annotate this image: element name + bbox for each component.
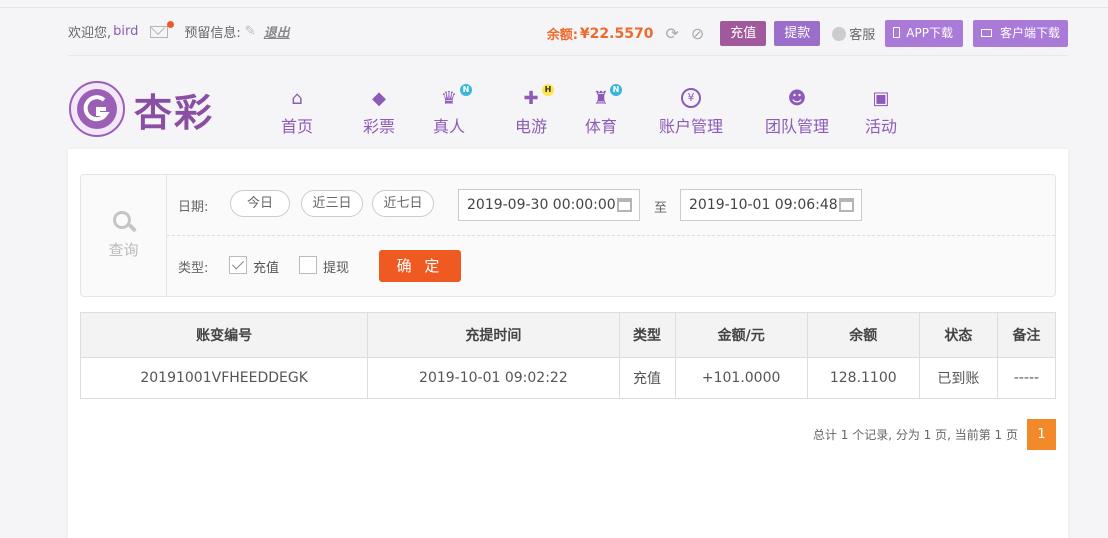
monitor-icon	[980, 29, 992, 37]
new-badge: N	[610, 84, 622, 96]
type-label: 类型:	[178, 261, 209, 276]
gamepad-icon: ✚	[523, 87, 539, 109]
site-logo[interactable]: 杏彩	[68, 80, 214, 138]
customer-service-label: 客服	[849, 28, 876, 43]
withdraw-checkbox[interactable]	[299, 256, 317, 274]
nav-account[interactable]: ¥ 账户管理	[646, 86, 736, 137]
transaction-amount: +101.0000	[674, 357, 808, 399]
col-amount[interactable]: 金额/元	[674, 312, 808, 358]
table-header-row: 账变编号 充提时间 类型 金额/元 余额 状态 备注	[79, 312, 1057, 358]
nav-team[interactable]: ☻ 团队管理	[752, 86, 842, 137]
app-download-button[interactable]: APP下载	[885, 20, 963, 47]
lottery-ticket-icon: ◆	[372, 87, 386, 109]
query-label: 查询	[108, 241, 139, 259]
recharge-checkbox-label[interactable]: 充值	[253, 257, 279, 276]
logout-link[interactable]: 退出	[264, 22, 290, 41]
logo-text: 杏彩	[134, 89, 215, 135]
nav-label: 账户管理	[658, 117, 723, 136]
recharge-checkbox[interactable]	[229, 256, 247, 274]
col-transaction-id[interactable]: 账变编号	[79, 312, 369, 358]
nav-live[interactable]: ♛ N 真人	[420, 84, 478, 137]
today-button[interactable]: 今日	[230, 190, 290, 217]
nav-label: 团队管理	[764, 117, 829, 136]
withdraw-checkbox-label[interactable]: 提现	[323, 257, 349, 276]
confirm-button[interactable]: 确 定	[379, 250, 461, 282]
pagination: 总计 1 个记录, 分为 1 页, 当前第 1 页 1	[813, 419, 1056, 450]
balance-label: 余额:	[546, 28, 578, 43]
transaction-time: 2019-10-01 09:02:22	[367, 357, 620, 399]
main-nav: ⌂ 首页 ◆ 彩票 ♛ N 真人 ✚ H 电游 ♜ N 体育 ¥ 账户管理 ☻ …	[268, 84, 910, 137]
nav-promotions[interactable]: ▣ 活动	[852, 86, 910, 137]
app-download-label: APP下载	[906, 26, 953, 40]
top-bar: 欢迎您, bird 预留信息: ✎ 退出 余额: ¥22.5570 ⟳ ⊘ 充值…	[68, 8, 1068, 56]
col-balance[interactable]: 余额	[806, 312, 920, 358]
client-download-label: 客户端下载	[999, 26, 1060, 40]
to-label: 至	[654, 201, 668, 216]
transaction-remark: -----	[996, 357, 1057, 399]
reserved-info-label: 预留信息:	[184, 26, 241, 41]
start-date-input[interactable]: 2019-09-30 00:00:00	[458, 189, 640, 221]
end-date-value: 2019-10-01 09:06:48	[689, 197, 838, 213]
hide-eye-icon[interactable]: ⊘	[691, 24, 704, 43]
nav-label: 体育	[584, 117, 617, 136]
withdraw-button[interactable]: 提款	[774, 21, 821, 46]
query-section: 查询	[81, 175, 167, 296]
recharge-button[interactable]: 充值	[720, 21, 767, 46]
page-button-current[interactable]: 1	[1027, 419, 1056, 450]
end-date-input[interactable]: 2019-10-01 09:06:48	[680, 189, 862, 221]
unread-dot	[167, 20, 175, 28]
col-time[interactable]: 充提时间	[367, 312, 620, 358]
edit-icon[interactable]: ✎	[245, 24, 256, 39]
customer-service-link[interactable]: 客服	[832, 24, 875, 43]
table-row[interactable]: 20191001VFHEEDDEGK 2019-10-01 09:02:22 充…	[79, 357, 1057, 399]
welcome-text: 欢迎您,	[68, 26, 112, 41]
nav-label: 彩票	[362, 117, 395, 136]
nav-lottery[interactable]: ◆ 彩票	[338, 86, 420, 137]
mail-icon[interactable]	[150, 20, 175, 38]
customer-service-icon	[832, 26, 847, 41]
phone-icon	[893, 27, 901, 38]
content-panel: 查询 日期: 今日 近三日 近七日 2019-09-30 00:00:00 至 …	[68, 149, 1068, 538]
col-status[interactable]: 状态	[918, 312, 998, 358]
last-7-days-button[interactable]: 近七日	[372, 190, 434, 217]
home-icon: ⌂	[291, 87, 303, 109]
pagination-summary: 总计 1 个记录, 分为 1 页, 当前第 1 页	[812, 428, 1018, 442]
balance-value: ¥22.5570	[579, 25, 654, 42]
date-label: 日期:	[178, 200, 209, 215]
nav-label: 活动	[864, 117, 897, 136]
transactions-table: 账变编号 充提时间 类型 金额/元 余额 状态 备注 20191001VFHEE…	[79, 312, 1057, 399]
logo-emblem-icon	[69, 81, 125, 137]
new-badge: N	[460, 84, 472, 96]
user-info: 欢迎您, bird 预留信息: ✎ 退出	[68, 20, 290, 41]
client-download-button[interactable]: 客户端下载	[972, 20, 1068, 47]
nav-label: 电游	[514, 117, 547, 136]
date-filter-row: 日期: 今日 近三日 近七日 2019-09-30 00:00:00 至 201…	[167, 175, 1055, 236]
team-icon: ☻	[787, 87, 807, 109]
username[interactable]: bird	[113, 24, 138, 39]
col-remark[interactable]: 备注	[996, 312, 1057, 358]
calendar-icon[interactable]	[839, 198, 854, 212]
nav-egame[interactable]: ✚ H 电游	[490, 84, 572, 137]
search-panel: 查询 日期: 今日 近三日 近七日 2019-09-30 00:00:00 至 …	[80, 174, 1056, 297]
nav-home[interactable]: ⌂ 首页	[268, 86, 326, 137]
nav-label: 首页	[280, 117, 313, 136]
nav-sports[interactable]: ♜ N 体育	[572, 84, 630, 137]
account-coin-icon: ¥	[646, 86, 736, 110]
status-badge: 已到账	[918, 357, 998, 399]
search-icon	[111, 209, 137, 235]
account-actions: 余额: ¥22.5570 ⟳ ⊘ 充值 提款 客服 APP下载 客户端下载	[547, 20, 1068, 47]
transaction-balance: 128.1100	[806, 357, 920, 399]
hot-badge: H	[542, 84, 554, 96]
calendar-icon[interactable]	[617, 198, 632, 212]
last-3-days-button[interactable]: 近三日	[301, 190, 363, 217]
transaction-id: 20191001VFHEEDDEGK	[79, 357, 369, 399]
type-filter-row: 类型: 充值 提现 确 定	[167, 236, 1055, 296]
start-date-value: 2019-09-30 00:00:00	[467, 197, 616, 213]
gift-icon: ▣	[872, 87, 890, 109]
nav-label: 真人	[432, 117, 465, 136]
transaction-type: 充值	[618, 357, 676, 399]
refresh-icon[interactable]: ⟳	[665, 24, 678, 43]
col-type[interactable]: 类型	[618, 312, 676, 358]
